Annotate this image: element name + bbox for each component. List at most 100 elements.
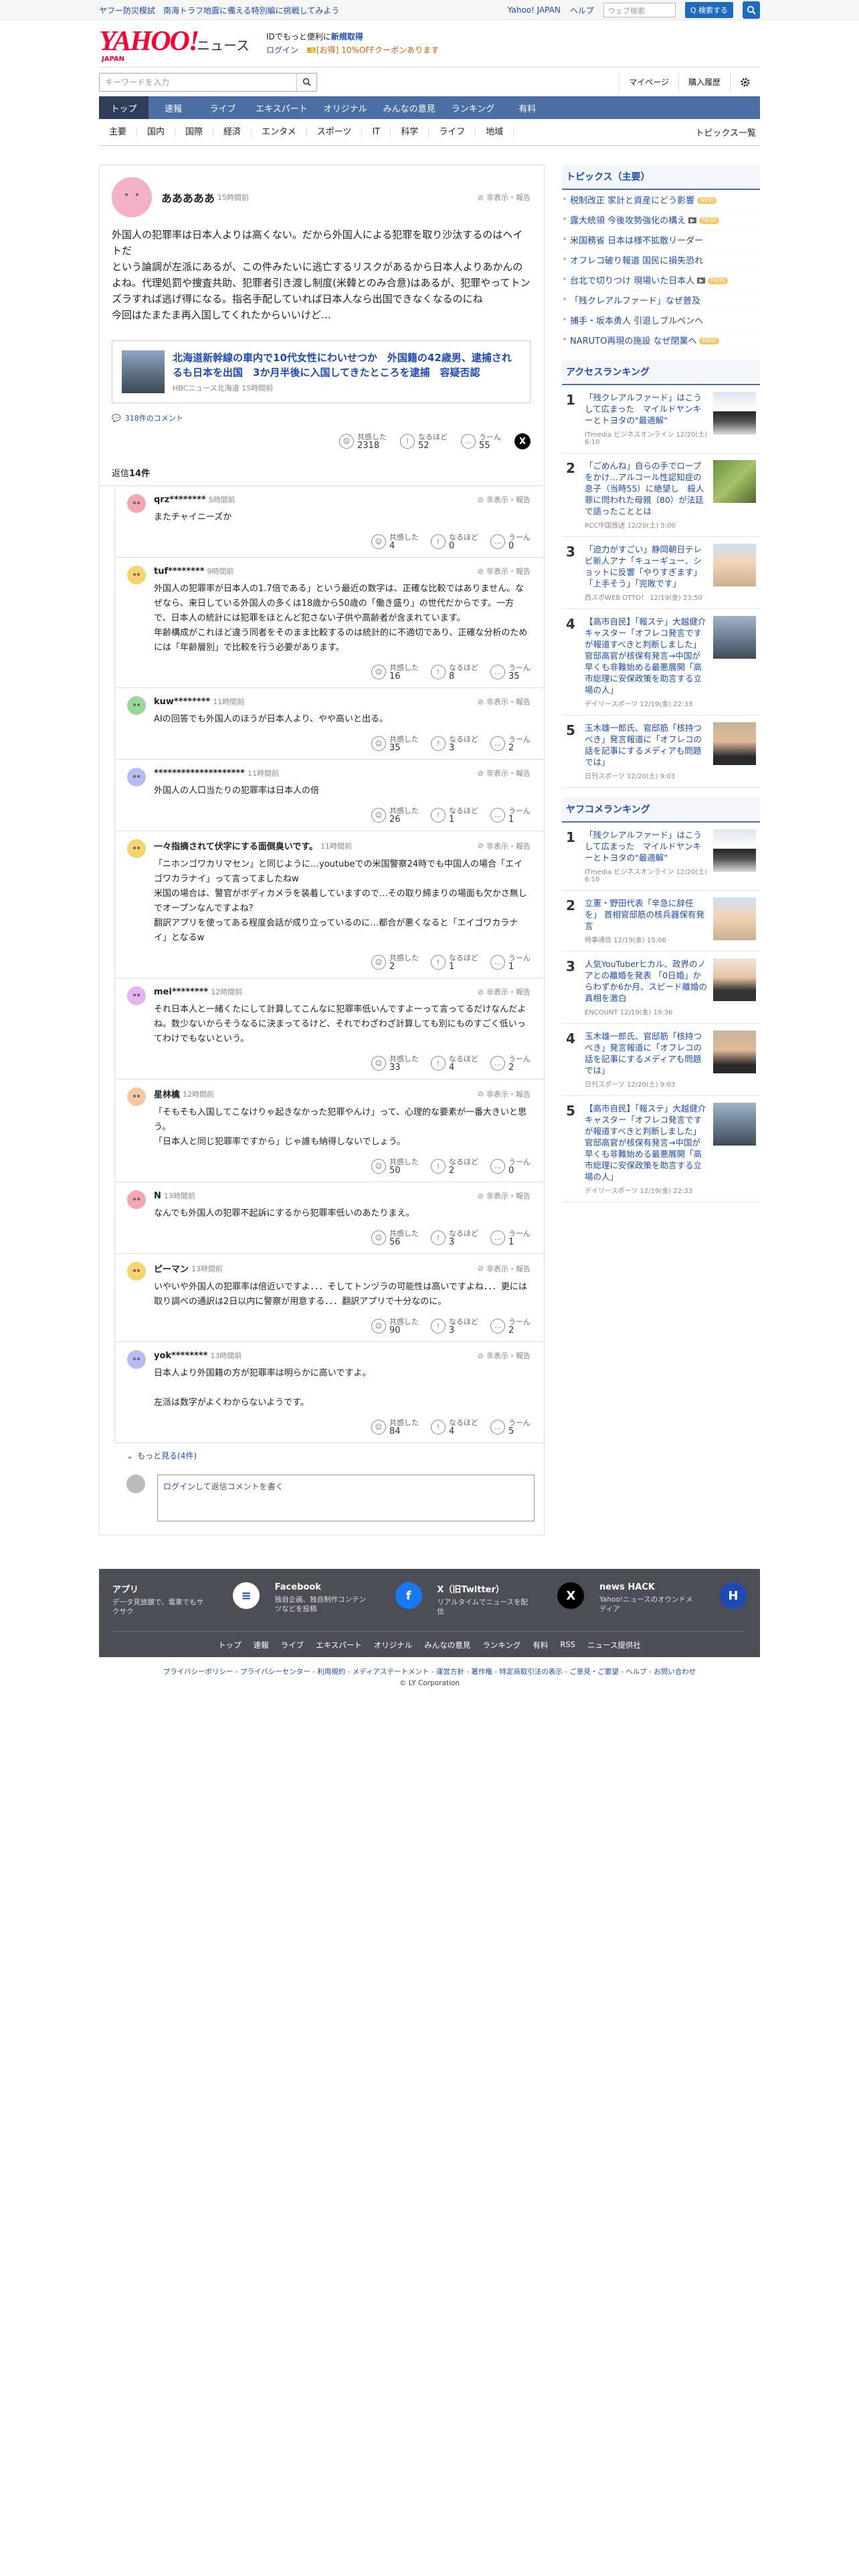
ranking-item[interactable]: 1 「残クレアルファード」はこうして広まった マイルドヤンキーとトヨタの"最適解"… — [562, 385, 760, 453]
empathy-button[interactable]: ☺ 共感した 35 — [371, 735, 419, 752]
subnav-it[interactable]: IT — [362, 127, 391, 137]
report-link[interactable]: ⊘ 非表示・報告 — [478, 1263, 531, 1274]
search-icon[interactable] — [743, 1, 760, 19]
topic-item[interactable]: 露大統領 今後攻勢強化の構え ▶ NEW — [562, 210, 760, 230]
footer-link[interactable]: オリジナル — [374, 1640, 413, 1650]
insight-button[interactable]: ! なるほど 52 — [400, 433, 448, 450]
reply-user[interactable]: yok******** — [154, 1351, 207, 1361]
insight-button[interactable]: ! なるほど 3 — [431, 735, 478, 752]
gear-icon[interactable] — [730, 72, 760, 92]
footer-link[interactable]: 速報 — [254, 1640, 269, 1650]
quoted-article[interactable]: 北海道新幹線の車内で10代女性にわいせつか 外国籍の42歳男、逮捕されるも日本を… — [112, 340, 531, 403]
footer-col[interactable]: X（旧Twitter） リアルタイムでニュースを配信 X — [437, 1582, 585, 1616]
nav-original[interactable]: オリジナル — [316, 96, 375, 119]
login-link[interactable]: ログイン — [266, 45, 298, 55]
insight-button[interactable]: ! なるほど 3 — [431, 1229, 478, 1247]
hmm-button[interactable]: … うーん 0 — [490, 1158, 531, 1175]
hmm-button[interactable]: … うーん 55 — [461, 433, 501, 450]
hmm-button[interactable]: … うーん 1 — [490, 954, 531, 971]
reply-user[interactable]: kuw******** — [154, 697, 210, 707]
insight-button[interactable]: ! なるほど 0 — [431, 533, 478, 550]
subnav-local[interactable]: 地域 — [476, 127, 514, 137]
reply-user[interactable]: 星林檎 — [154, 1087, 180, 1100]
footer-link[interactable]: エキスパート — [316, 1640, 362, 1650]
reply-user[interactable]: N — [154, 1191, 161, 1201]
yahoo-japan-link[interactable]: Yahoo! JAPAN — [508, 5, 561, 15]
reply-user[interactable]: ******************** — [154, 768, 245, 778]
insight-button[interactable]: ! なるほど 4 — [431, 1055, 478, 1072]
help-link[interactable]: ヘルプ — [570, 5, 594, 16]
hmm-button[interactable]: … うーん 2 — [490, 735, 531, 752]
empathy-button[interactable]: ☺ 共感した 4 — [371, 533, 419, 550]
topic-item[interactable]: 「残クレアルファード」なぜ普及 — [562, 290, 760, 310]
subnav-life[interactable]: ライフ — [429, 127, 476, 137]
subnav-sports[interactable]: スポーツ — [307, 127, 363, 137]
comment-user[interactable]: あああああ — [161, 189, 215, 205]
report-link[interactable]: ⊘ 非表示・報告 — [478, 696, 531, 707]
subnav-main[interactable]: 主要 — [99, 127, 138, 137]
x-share-icon[interactable]: X — [514, 433, 531, 449]
footer-link[interactable]: RSS — [560, 1640, 575, 1650]
footer-col[interactable]: news HACK Yahoo!ニュースのオウンドメディア H — [599, 1582, 747, 1616]
topic-item[interactable]: オフレコ破り報道 国民に損失恐れ — [562, 250, 760, 270]
report-link[interactable]: ⊘ 非表示・報告 — [478, 1089, 531, 1099]
ranking-item[interactable]: 5 【高市自民】「報ステ」大越健介キャスター「オフレコ発言ですが報道すべきと判断し… — [562, 1096, 760, 1202]
hmm-button[interactable]: … うーん 0 — [490, 533, 531, 550]
report-link[interactable]: ⊘ 非表示・報告 — [478, 566, 531, 576]
topic-item[interactable]: 台北で切りつけ 現場いた日本人 ▶ NEW — [562, 270, 760, 290]
ranking-item[interactable]: 4 【高市自民】「報ステ」大越健介キャスター「オフレコ発言ですが報道すべきと判断し… — [562, 609, 760, 716]
subnav-world[interactable]: 国際 — [175, 127, 214, 137]
empathy-button[interactable]: ☺ 共感した 2318 — [339, 433, 387, 450]
reply-user[interactable]: ピーマン — [154, 1262, 189, 1275]
reply-input[interactable]: ログインして返信コメントを書く — [157, 1475, 535, 1521]
purchase-history-link[interactable]: 購入履歴 — [678, 72, 730, 92]
report-link[interactable]: ⊘ 非表示・報告 — [478, 1190, 531, 1201]
legal-links[interactable]: プライバシーポリシー - プライバシーセンター - 利用規約 - メディアステー… — [0, 1667, 859, 1677]
subnav-economy[interactable]: 経済 — [213, 127, 252, 137]
report-link[interactable]: ⊘ 非表示・報告 — [478, 841, 531, 851]
ranking-item[interactable]: 3 「迫力がすごい」静岡朝日テレビ新人アナ「キューギュー、ショットに反響「やりすぎ… — [562, 537, 760, 609]
keyword-search-input[interactable]: キーワードを入力 — [99, 72, 317, 92]
insight-button[interactable]: ! なるほど 3 — [431, 1317, 478, 1335]
nav-breaking[interactable]: 速報 — [149, 96, 198, 119]
hmm-button[interactable]: … うーん 1 — [490, 1229, 531, 1247]
topic-item[interactable]: 捕手・坂本勇人 引退しブルペンへ — [562, 310, 760, 330]
web-search-button[interactable]: Q 検索する — [684, 2, 733, 18]
reply-user[interactable]: tuf******** — [154, 566, 205, 576]
reply-user[interactable]: 一々指摘されて伏字にする面倒臭いです。 — [154, 839, 318, 852]
insight-button[interactable]: ! なるほど 2 — [431, 1158, 478, 1175]
empathy-button[interactable]: ☺ 共感した 50 — [371, 1158, 419, 1175]
subnav-domestic[interactable]: 国内 — [137, 127, 176, 137]
ranking-item[interactable]: 5 玉木雄一郎氏、官邸筋「核持つべき」発言報道に「オフレコの話を記事にするメディア… — [562, 716, 760, 788]
footer-link[interactable]: ニュース提供社 — [587, 1640, 641, 1650]
hmm-button[interactable]: … うーん 2 — [490, 1055, 531, 1072]
report-link[interactable]: ⊘ 非表示・報告 — [478, 192, 531, 203]
signup-link[interactable]: 新規取得 — [331, 32, 363, 41]
footer-link[interactable]: 有料 — [533, 1640, 548, 1650]
web-search-input[interactable]: ウェブ検索 — [603, 3, 676, 17]
topic-item[interactable]: 税制改正 家計と資産にどう影響 NEW — [562, 190, 760, 210]
insight-button[interactable]: ! なるほど 1 — [431, 954, 478, 971]
topic-item[interactable]: NARUTO再現の施設 なぜ閉業へ NEW — [562, 330, 760, 350]
nav-expert[interactable]: エキスパート — [248, 96, 316, 119]
footer-link[interactable]: ランキング — [482, 1640, 520, 1650]
insight-button[interactable]: ! なるほど 4 — [431, 1418, 478, 1436]
reply-user[interactable]: mei******** — [154, 987, 208, 997]
report-link[interactable]: ⊘ 非表示・報告 — [478, 986, 531, 997]
footer-link[interactable]: みんなの意見 — [424, 1640, 470, 1650]
topic-item[interactable]: 米国務省 日本は様不拡散リーダー — [562, 230, 760, 250]
more-replies-button[interactable]: ⌄ もっと見る(4件) — [100, 1443, 544, 1468]
mypage-link[interactable]: マイページ — [619, 72, 678, 92]
empathy-button[interactable]: ☺ 共感した 33 — [371, 1055, 419, 1072]
hmm-button[interactable]: … うーん 5 — [490, 1418, 531, 1436]
nav-opinions[interactable]: みんなの意見 — [375, 96, 444, 119]
empathy-button[interactable]: ☺ 共感した 26 — [371, 807, 419, 824]
subnav-entertainment[interactable]: エンタメ — [252, 127, 307, 137]
ranking-item[interactable]: 3 人気YouTuberヒカル、政界のノアとの離婚を発表 「0日婚」からわずか6か… — [562, 952, 760, 1024]
reply-user[interactable]: qrz******** — [154, 495, 206, 505]
report-link[interactable]: ⊘ 非表示・報告 — [478, 494, 531, 505]
footer-link[interactable]: トップ — [218, 1640, 242, 1650]
insight-button[interactable]: ! なるほど 8 — [431, 663, 478, 681]
promo-link[interactable]: ヤフー防災模試 南海トラフ地震に備える特別編に挑戦してみよう — [99, 5, 508, 16]
nav-paid[interactable]: 有料 — [502, 96, 552, 119]
